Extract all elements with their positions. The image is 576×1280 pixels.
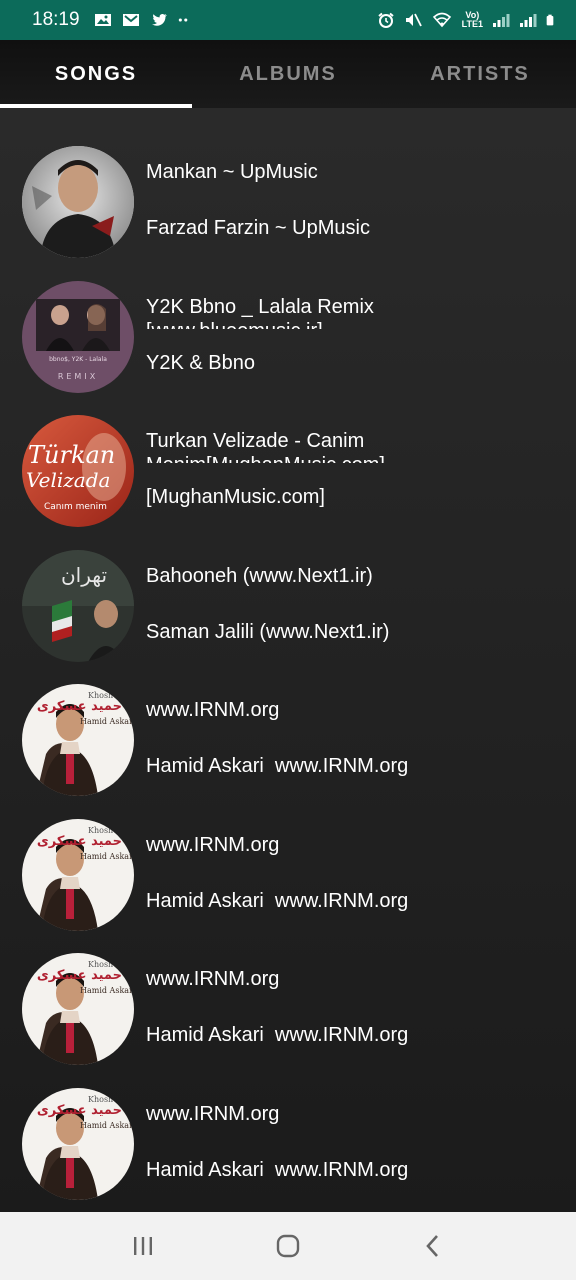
tab-artists-label: ARTISTS: [430, 62, 530, 85]
back-icon: [426, 1235, 439, 1257]
album-art: bbno$, Y2K - Lalala REMIX: [22, 280, 134, 393]
mail-icon: [122, 14, 139, 26]
song-item[interactable]: حمید عسکری Khoshtip Hamid Askari www.IRN…: [0, 1087, 576, 1213]
tab-artists[interactable]: ARTISTS: [384, 40, 576, 108]
navigation-bar: [0, 1212, 576, 1280]
artwork-label: Khoshtip: [88, 826, 124, 835]
artwork-label: Khoshtip: [88, 960, 124, 969]
song-title: www.IRNM.org: [146, 1102, 280, 1125]
tab-bar: SONGS ALBUMS ARTISTS: [0, 40, 576, 108]
song-list[interactable]: Mankan ~ UpMusic Farzad Farzin ~ UpMusic…: [0, 108, 576, 1212]
song-title: Turkan Velizade - Canim Menim[MughanMusi…: [146, 430, 385, 463]
song-title: www.IRNM.org: [146, 968, 280, 990]
twitter-icon: [151, 13, 167, 26]
volte-icon: Vo) LTE1: [462, 11, 483, 29]
song-title: www.IRNM.org: [146, 699, 280, 721]
tab-albums[interactable]: ALBUMS: [192, 40, 384, 108]
svg-text:حمید عسکری: حمید عسکری: [37, 1103, 122, 1118]
song-title: www.IRNM.org: [146, 833, 280, 856]
song-item[interactable]: bbno$, Y2K - Lalala REMIX Y2K Bbno _ Lal…: [0, 280, 576, 416]
artwork-artist: Hamid Askari: [80, 1121, 134, 1130]
home-button[interactable]: [268, 1226, 308, 1266]
notification-icons: [94, 12, 192, 28]
tab-songs[interactable]: SONGS: [0, 40, 192, 108]
artwork-artist: Hamid Askari: [80, 986, 134, 995]
artwork-title-line2: Velizada: [26, 468, 110, 492]
album-art: حمید عسکری Khoshtip Hamid Askari: [22, 684, 134, 796]
album-art: حمید عسکری Khoshtip Hamid Askari: [22, 1087, 134, 1200]
album-art: تهران: [22, 549, 134, 662]
song-artist: Hamid Askari www.IRNM.org: [146, 1158, 409, 1181]
svg-text:حمید عسکری: حمید عسکری: [37, 834, 122, 849]
song-artist: [MughanMusic.com]: [146, 486, 325, 508]
artwork-script-text: تهران: [61, 563, 107, 587]
song-artist: Farzad Farzin ~ UpMusic: [146, 217, 370, 239]
artwork-artist: Hamid Askari: [80, 852, 134, 861]
status-bar: 18:19 Vo) LTE1: [0, 0, 576, 40]
song-artist: Y2K & Bbno: [146, 351, 255, 374]
recent-apps-button[interactable]: [123, 1226, 163, 1266]
svg-text:حمید عسکری: حمید عسکری: [37, 968, 122, 983]
album-art: حمید عسکری Khoshtip Hamid Askari: [22, 818, 134, 931]
svg-text:حمید عسکری: حمید عسکری: [37, 699, 122, 714]
artwork-subtitle: Canım menim: [44, 502, 107, 512]
artwork-caption: bbno$, Y2K - Lalala: [49, 356, 107, 363]
artwork-title-line1: Türkan: [28, 441, 115, 469]
song-artist: Hamid Askari www.IRNM.org: [146, 889, 409, 912]
artwork-label: Khoshtip: [88, 1095, 124, 1104]
song-title: Mankan ~ UpMusic: [146, 161, 318, 183]
song-item[interactable]: حمید عسکری Khoshtip Hamid Askari www.IRN…: [0, 818, 576, 954]
status-time: 18:19: [32, 9, 80, 30]
artwork-label: Khoshtip: [88, 691, 124, 700]
song-item[interactable]: Mankan ~ UpMusic Farzad Farzin ~ UpMusic: [0, 146, 576, 281]
tab-songs-label: SONGS: [54, 62, 138, 85]
song-title: Y2K Bbno _ Lalala Remix [www.blueemusic.…: [146, 295, 374, 329]
song-artist: Hamid Askari www.IRNM.org: [146, 1024, 409, 1046]
signal-icon-2: [520, 14, 537, 27]
home-icon: [276, 1234, 300, 1258]
album-art: Türkan Velizada Canım menim: [22, 415, 134, 527]
wifi-icon: [432, 12, 451, 28]
system-icons: Vo) LTE1: [377, 11, 558, 29]
song-artist: Hamid Askari www.IRNM.org: [146, 755, 409, 777]
more-dots-icon: [178, 18, 187, 22]
battery-icon: [546, 14, 554, 26]
song-item[interactable]: حمید عسکری Khoshtip Hamid Askari www.IRN…: [0, 953, 576, 1088]
recent-apps-icon: [133, 1237, 152, 1255]
tab-albums-label: ALBUMS: [239, 62, 337, 85]
song-item[interactable]: حمید عسکری Khoshtip Hamid Askari www.IRN…: [0, 684, 576, 819]
album-art: [22, 146, 134, 258]
lte-label: LTE1: [461, 19, 483, 29]
signal-icon: [493, 14, 510, 27]
album-art: حمید عسکری Khoshtip Hamid Askari: [22, 953, 134, 1065]
song-item[interactable]: تهران Bahooneh (www.Next1.ir) Saman Jali…: [0, 549, 576, 685]
song-title: Bahooneh (www.Next1.ir): [146, 564, 373, 587]
artwork-remix-label: REMIX: [58, 372, 98, 381]
alarm-icon: [378, 12, 394, 28]
back-button[interactable]: [413, 1226, 453, 1266]
artwork-artist: Hamid Askari: [80, 717, 134, 726]
song-item[interactable]: Türkan Velizada Canım menim Turkan Veliz…: [0, 415, 576, 550]
mute-icon: [405, 13, 422, 27]
gallery-icon: [94, 14, 111, 26]
song-artist: Saman Jalili (www.Next1.ir): [146, 620, 390, 643]
